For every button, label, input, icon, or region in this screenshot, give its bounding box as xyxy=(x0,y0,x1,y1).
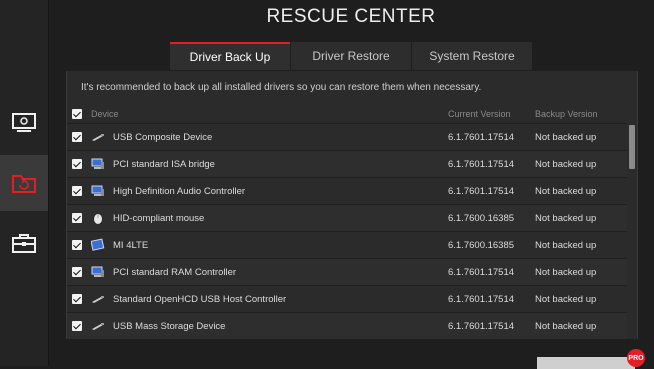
usb-plug-icon xyxy=(91,130,105,144)
backup-version: Not backed up xyxy=(535,294,597,305)
table-header: Device Current Version Backup Version xyxy=(67,106,627,124)
current-version: 6.1.7600.16385 xyxy=(448,240,515,251)
back-up-button[interactable] xyxy=(537,357,635,369)
usb-plug-icon xyxy=(91,292,105,306)
tab-bar: Driver Back Up Driver Restore System Res… xyxy=(170,42,533,70)
column-header-backup-version: Backup Version xyxy=(535,109,598,119)
mouse-icon xyxy=(91,211,105,225)
tab-driver-restore[interactable]: Driver Restore xyxy=(291,42,411,70)
table-row[interactable]: MI 4LTE 6.1.7600.16385 Not backed up xyxy=(67,232,627,259)
current-version: 6.1.7601.17514 xyxy=(448,159,515,170)
tab-system-restore[interactable]: System Restore xyxy=(412,42,532,70)
computer-icon xyxy=(91,184,105,198)
notice-text: It's recommended to back up all installe… xyxy=(81,82,482,93)
table-row[interactable]: High Definition Audio Controller 6.1.7601… xyxy=(67,178,627,205)
backup-version: Not backed up xyxy=(535,321,597,332)
backup-version: Not backed up xyxy=(535,213,597,224)
current-version: 6.1.7601.17514 xyxy=(448,267,515,278)
sidebar-item-toolbox[interactable] xyxy=(0,215,48,271)
computer-icon xyxy=(91,265,105,279)
driver-backup-panel: It's recommended to back up all installe… xyxy=(66,71,638,339)
backup-version: Not backed up xyxy=(535,240,597,251)
current-version: 6.1.7601.17514 xyxy=(448,321,515,332)
row-checkbox[interactable] xyxy=(72,186,82,196)
current-version: 6.1.7601.17514 xyxy=(448,186,515,197)
table-body: USB Composite Device 6.1.7601.17514 Not ba… xyxy=(67,124,627,339)
table-row[interactable]: Standard OpenHCD USB Host Controller 6.1.… xyxy=(67,286,627,313)
toolbox-icon xyxy=(11,232,37,254)
tab-driver-back-up[interactable]: Driver Back Up xyxy=(170,42,290,70)
sidebar xyxy=(0,0,49,366)
table-row[interactable]: USB Composite Device 6.1.7601.17514 Not ba… xyxy=(67,124,627,151)
sidebar-item-scan[interactable] xyxy=(0,95,48,151)
row-checkbox[interactable] xyxy=(72,213,82,223)
computer-icon xyxy=(91,157,105,171)
device-name: High Definition Audio Controller xyxy=(113,186,246,197)
current-version: 6.1.7601.17514 xyxy=(448,294,515,305)
row-checkbox[interactable] xyxy=(72,321,82,331)
device-name: PCI standard ISA bridge xyxy=(113,159,215,170)
driver-table: Device Current Version Backup Version US… xyxy=(67,106,627,339)
current-version: 6.1.7601.17514 xyxy=(448,132,515,143)
usb-plug-icon xyxy=(91,319,105,333)
table-row[interactable]: HID-compliant mouse 6.1.7600.16385 Not bac… xyxy=(67,205,627,232)
row-checkbox[interactable] xyxy=(72,132,82,142)
backup-version: Not backed up xyxy=(535,267,597,278)
device-name: HID-compliant mouse xyxy=(113,213,205,224)
row-checkbox[interactable] xyxy=(72,267,82,277)
backup-version: Not backed up xyxy=(535,186,597,197)
sidebar-item-rescue-center[interactable] xyxy=(0,155,48,211)
table-scrollbar[interactable] xyxy=(627,123,637,339)
device-name: MI 4LTE xyxy=(113,240,149,251)
device-name: USB Mass Storage Device xyxy=(113,321,226,332)
current-version: 6.1.7600.16385 xyxy=(448,213,515,224)
device-name: Standard OpenHCD USB Host Controller xyxy=(113,294,287,305)
device-name: USB Composite Device xyxy=(113,132,213,143)
row-checkbox[interactable] xyxy=(72,240,82,250)
page-title: RESCUE CENTER xyxy=(266,6,436,27)
table-row[interactable]: PCI standard RAM Controller 6.1.7601.1751… xyxy=(67,259,627,286)
row-checkbox[interactable] xyxy=(72,159,82,169)
restore-folder-icon xyxy=(11,172,37,194)
phone-icon xyxy=(91,238,105,252)
select-all-checkbox[interactable] xyxy=(72,109,82,119)
scrollbar-thumb[interactable] xyxy=(629,125,635,169)
pro-badge: PRO xyxy=(627,349,645,367)
column-header-current-version: Current Version xyxy=(448,109,511,119)
table-row[interactable]: USB Mass Storage Device 6.1.7601.17514 Not… xyxy=(67,313,627,339)
device-name: PCI standard RAM Controller xyxy=(113,267,237,278)
row-checkbox[interactable] xyxy=(72,294,82,304)
column-header-device: Device xyxy=(91,109,119,119)
backup-version: Not backed up xyxy=(535,132,597,143)
monitor-icon xyxy=(11,112,37,134)
table-row[interactable]: PCI standard ISA bridge 6.1.7601.17514 Not… xyxy=(67,151,627,178)
backup-version: Not backed up xyxy=(535,159,597,170)
